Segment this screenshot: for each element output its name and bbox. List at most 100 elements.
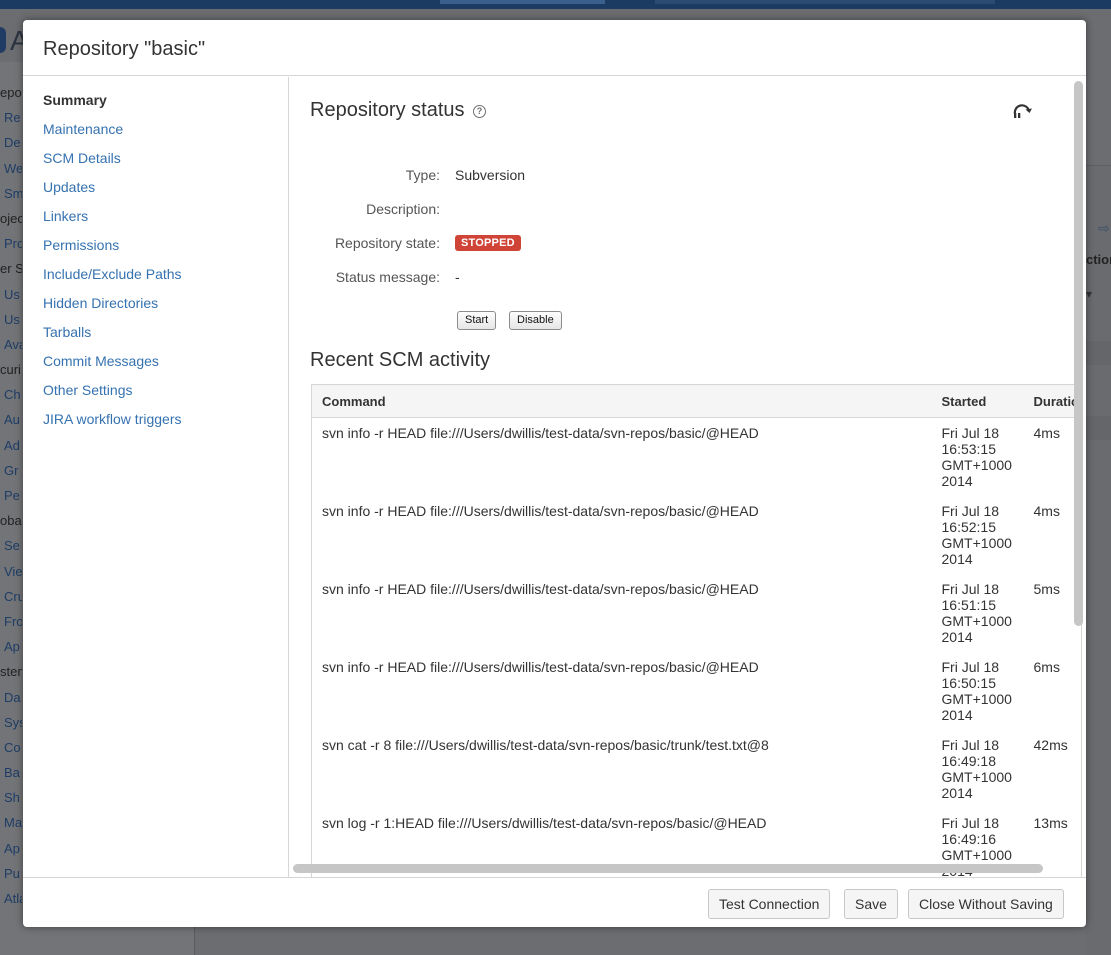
- command-cell: svn info -r HEAD file:///Users/dwillis/t…: [322, 658, 759, 675]
- background-nav-link[interactable]: Sys: [0, 710, 22, 735]
- background-nav-section: curi: [0, 362, 21, 378]
- background-nav-link[interactable]: Fro: [0, 609, 22, 634]
- background-nav-link[interactable]: Pu: [0, 861, 22, 886]
- dialog-nav: Summary Maintenance SCM Details Updates Link…: [23, 77, 289, 877]
- command-cell: svn cat -r 8 file:///Users/dwillis/test-…: [322, 736, 769, 753]
- horizontal-scrollbar[interactable]: [293, 864, 1043, 873]
- background-nav-link[interactable]: Sm: [0, 181, 22, 206]
- save-button[interactable]: Save: [844, 889, 898, 919]
- nav-item-permissions[interactable]: Permissions: [43, 236, 288, 265]
- nav-item-summary[interactable]: Summary: [43, 91, 288, 120]
- background-nav-link[interactable]: Se: [0, 533, 22, 558]
- background-nav-link[interactable]: Gr: [0, 458, 22, 483]
- background-nav-section: obal: [0, 513, 22, 529]
- started-cell: Fri Jul 18 16:50:15 GMT+1000 2014: [941, 658, 1012, 723]
- start-button[interactable]: Start: [457, 311, 497, 330]
- duration-cell: 5ms: [1033, 580, 1060, 597]
- nav-item-commit-messages[interactable]: Commit Messages: [43, 352, 288, 381]
- status-badge: STOPPED: [455, 235, 521, 251]
- table-row: svn cat -r 8 file:///Users/dwillis/test-…: [312, 730, 1082, 808]
- background-nav-link[interactable]: Ma: [0, 810, 22, 835]
- background-nav-link[interactable]: Pro: [0, 231, 22, 256]
- background-nav-link[interactable]: Ap: [0, 634, 22, 659]
- started-cell: Fri Jul 18 16:52:15 GMT+1000 2014: [941, 502, 1012, 567]
- command-cell: svn info -r HEAD file:///Users/dwillis/t…: [322, 425, 759, 441]
- background-nav-link[interactable]: Au: [0, 407, 22, 432]
- background-nav-section: epos: [0, 85, 22, 100]
- app-header-segment: [440, 0, 605, 4]
- status-message-value: -: [455, 269, 460, 285]
- repository-status-heading: Repository status: [310, 99, 465, 121]
- nav-item-tarballs[interactable]: Tarballs: [43, 323, 288, 352]
- background-nav-link[interactable]: Ch: [0, 382, 22, 407]
- table-row: svn info -r HEAD file:///Users/dwillis/t…: [312, 652, 1082, 730]
- close-without-saving-button[interactable]: Close Without Saving: [908, 889, 1064, 919]
- background-column-header: ction: [1086, 252, 1111, 267]
- dialog-footer: Test Connection Save Close Without Savin…: [23, 877, 1086, 927]
- command-cell: svn info -r HEAD file:///Users/dwillis/t…: [322, 580, 759, 597]
- background-nav-link[interactable]: Atla: [0, 886, 22, 911]
- duration-cell: 4ms: [1033, 502, 1060, 519]
- nav-item-jira-workflow-triggers[interactable]: JIRA workflow triggers: [43, 410, 288, 439]
- app-header-segment: [655, 0, 995, 4]
- vertical-scrollbar-thumb[interactable]: [1074, 81, 1083, 626]
- nav-item-linkers[interactable]: Linkers: [43, 207, 288, 236]
- refresh-icon[interactable]: [1011, 100, 1033, 122]
- background-nav: eposReDeWeSmojectProer SUsUsAvacuriChAuA…: [0, 80, 22, 911]
- nav-item-hidden-directories[interactable]: Hidden Directories: [43, 294, 288, 323]
- background-nav-section: er S: [0, 261, 22, 277]
- background-right-panel: ⇨ ction ▾: [1086, 165, 1111, 955]
- repository-state-label: Repository state:: [334, 235, 440, 251]
- background-row-stripe: [1086, 341, 1111, 365]
- column-header-duration: Duration: [1023, 384, 1082, 418]
- column-header-command: Command: [311, 384, 932, 418]
- table-row: svn info -r HEAD file:///Users/dwillis/t…: [312, 418, 1082, 496]
- background-nav-link[interactable]: Cru: [0, 584, 22, 609]
- background-nav-link[interactable]: Ad: [0, 433, 22, 458]
- background-nav-section: stem: [0, 664, 22, 680]
- background-row-stripe: [1086, 416, 1111, 440]
- nav-item-updates[interactable]: Updates: [43, 178, 288, 207]
- type-value: Subversion: [455, 167, 526, 183]
- background-nav-link[interactable]: Re: [0, 105, 22, 130]
- background-nav-link[interactable]: Co: [0, 735, 22, 760]
- activity-table: Command Started Duration svn info -r HEA…: [311, 384, 1082, 877]
- background-nav-link[interactable]: Pe: [0, 483, 22, 508]
- help-icon[interactable]: ?: [473, 105, 486, 118]
- background-nav-section: oject: [0, 210, 22, 226]
- background-nav-link[interactable]: Us: [0, 282, 22, 307]
- duration-cell: 6ms: [1033, 658, 1060, 675]
- background-nav-link[interactable]: Ba: [0, 760, 22, 785]
- table-row: svn info -r HEAD file:///Users/dwillis/t…: [312, 574, 1082, 652]
- background-nav-link[interactable]: Vie: [0, 559, 22, 584]
- nav-item-scm-details[interactable]: SCM Details: [43, 149, 288, 178]
- disable-button[interactable]: Disable: [509, 311, 562, 330]
- repository-dialog: Repository "basic" Summary Maintenance SCM…: [23, 20, 1086, 927]
- background-nav-link[interactable]: Ap: [0, 836, 22, 861]
- nav-item-maintenance[interactable]: Maintenance: [43, 120, 288, 149]
- test-connection-button[interactable]: Test Connection: [708, 889, 831, 919]
- dialog-header: Repository "basic": [23, 20, 1086, 76]
- background-nav-link[interactable]: Us: [0, 307, 22, 332]
- background-nav-link[interactable]: De: [0, 130, 22, 155]
- background-nav-link[interactable]: Sh: [0, 785, 22, 810]
- dialog-content: Repository status ? Type: Subversion Des…: [290, 77, 1086, 877]
- type-label: Type:: [405, 167, 440, 183]
- table-header-row: Command Started Duration: [311, 384, 1082, 418]
- arrow-right-icon: ⇨: [1098, 220, 1110, 236]
- duration-cell: 4ms: [1033, 425, 1060, 441]
- background-nav-link[interactable]: We: [0, 156, 22, 181]
- table-row: svn info -r HEAD file:///Users/dwillis/t…: [312, 496, 1082, 574]
- duration-cell: 42ms: [1033, 736, 1068, 753]
- background-nav-link[interactable]: Da: [0, 685, 22, 710]
- chevron-down-icon: ▾: [1086, 287, 1093, 301]
- dialog-title: Repository "basic": [43, 38, 206, 60]
- nav-item-other-settings[interactable]: Other Settings: [43, 381, 288, 410]
- nav-item-include-exclude-paths[interactable]: Include/Exclude Paths: [43, 265, 288, 294]
- started-cell: Fri Jul 18 16:49:18 GMT+1000 2014: [941, 736, 1012, 801]
- background-nav-link[interactable]: Ava: [0, 332, 22, 357]
- command-cell: svn info -r HEAD file:///Users/dwillis/t…: [322, 502, 759, 519]
- started-cell: Fri Jul 18 16:51:15 GMT+1000 2014: [941, 580, 1012, 645]
- recent-activity-heading: Recent SCM activity: [310, 349, 491, 371]
- vertical-scrollbar[interactable]: [1074, 81, 1083, 877]
